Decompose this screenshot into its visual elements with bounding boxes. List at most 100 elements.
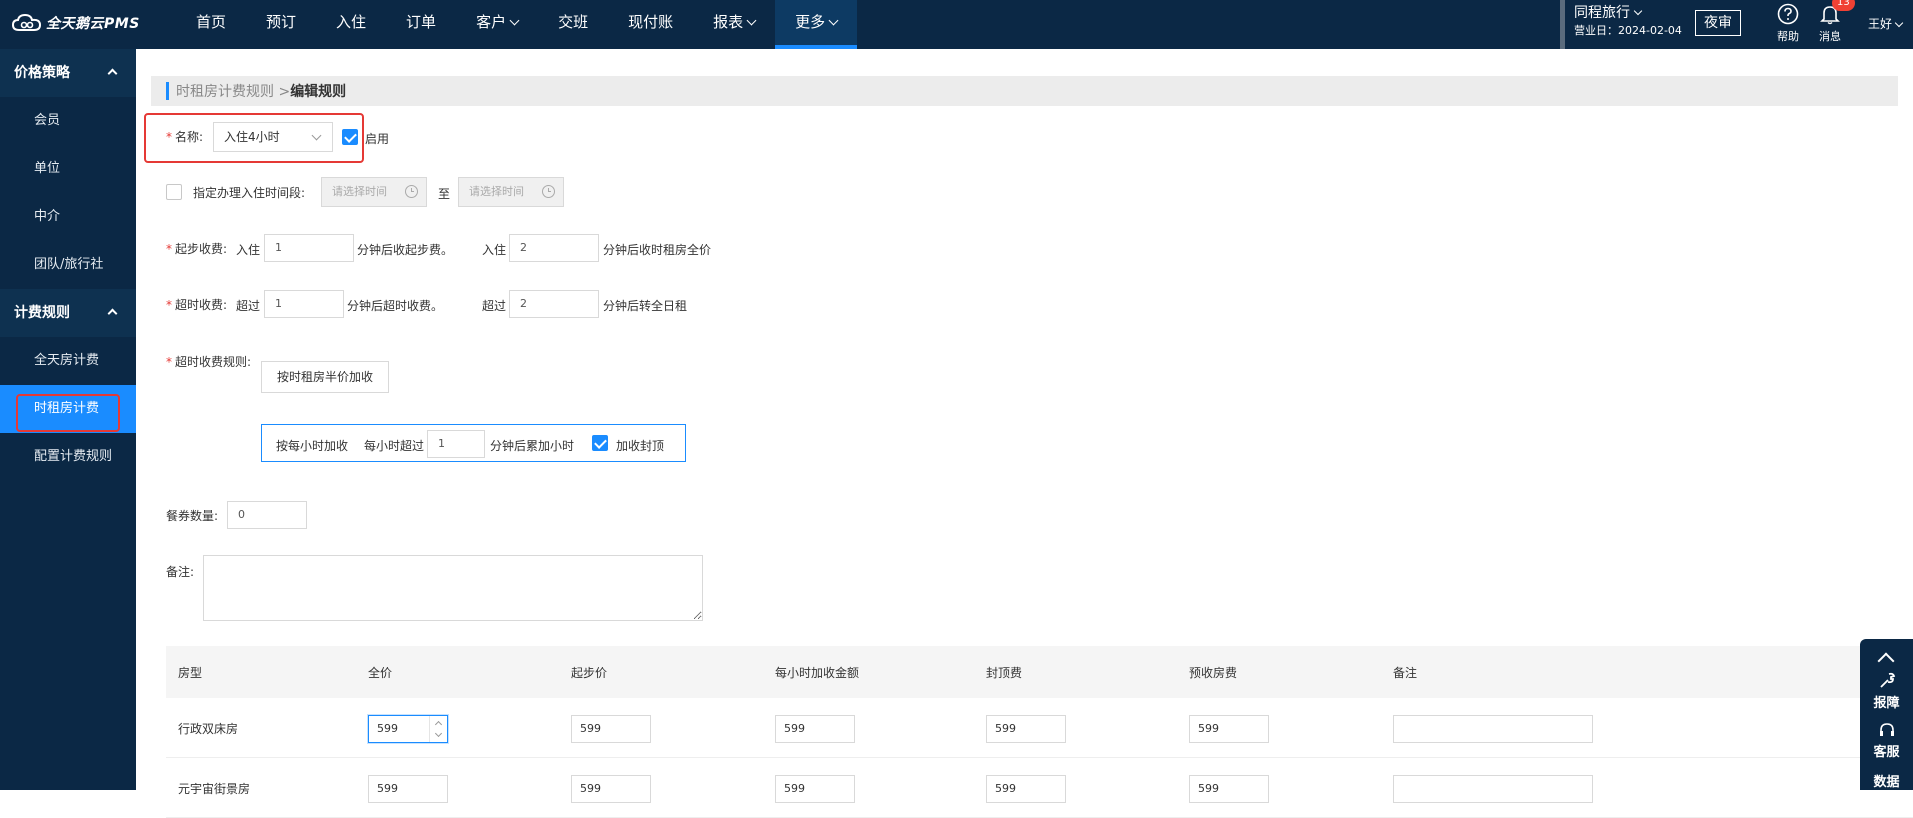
sidebar-group-title: 计费规则 — [14, 305, 70, 321]
full-price-input[interactable]: 599 — [368, 775, 448, 803]
start-minutes-input[interactable]: 1 — [264, 234, 354, 262]
checkin-period-label: 指定办理入住时间段: — [193, 186, 306, 200]
start-price-input[interactable]: 599 — [571, 715, 651, 743]
overtime-minutes-input[interactable]: 1 — [264, 290, 344, 318]
meal-count-input[interactable]: 0 — [227, 501, 307, 529]
customer-service-button[interactable]: 客服 — [1860, 721, 1913, 760]
main-nav: 首页 预订 入住 订单 客户 交班 现付账 报表 更多 — [176, 0, 858, 49]
help-button[interactable]: 帮助 — [1768, 3, 1808, 44]
enable-checkbox[interactable] — [342, 129, 358, 145]
clock-icon — [405, 185, 418, 198]
note-price-input[interactable] — [1393, 775, 1593, 803]
cell-value: 599 — [1198, 782, 1219, 795]
breadcrumb-parent[interactable]: 时租房计费规则 > — [176, 84, 290, 100]
messages-label: 消息 — [1819, 30, 1841, 43]
prepay-price-input[interactable]: 599 — [1189, 775, 1269, 803]
cell-value: 599 — [377, 782, 398, 795]
cell-value: 599 — [995, 782, 1016, 795]
note-price-input[interactable] — [1393, 715, 1593, 743]
half-price-rule-option[interactable]: 按时租房半价加收 — [261, 361, 389, 393]
over-suffix-1: 分钟后超时收费。 — [347, 299, 444, 313]
start-price-input[interactable]: 599 — [571, 775, 651, 803]
hourly-minutes-input[interactable]: 1 — [427, 430, 485, 458]
chevron-down-icon — [746, 15, 757, 26]
note-label: 备注: — [166, 565, 195, 579]
wrench-icon — [1879, 672, 1895, 688]
nav-item-4[interactable]: 客户 — [456, 0, 538, 49]
nav-item-3[interactable]: 订单 — [386, 0, 456, 49]
hourly-price-input[interactable]: 599 — [775, 715, 855, 743]
hourly-prefix: 每小时超过 — [364, 439, 425, 453]
sidebar: 价格策略 会员 单位 中介 团队/旅行社计费规则全天房计费 时租房计费 配置计费规则 — [0, 49, 136, 790]
chevron-up-icon[interactable] — [1877, 652, 1895, 670]
cell-value: 599 — [580, 722, 601, 735]
nav-item-0[interactable]: 首页 — [176, 0, 246, 49]
cell-value: 599 — [377, 722, 398, 735]
clock-icon — [542, 185, 555, 198]
name-label: * 名称: — [166, 130, 204, 144]
brand-name: 全天鹅云PMS — [46, 16, 140, 32]
sidebar-item-1-0[interactable]: 全天房计费 — [0, 337, 136, 385]
cap-checkbox[interactable] — [592, 435, 608, 451]
checkin-end-time[interactable]: 请选择时间 — [458, 177, 564, 207]
user-menu[interactable]: 王好 — [1868, 15, 1904, 32]
note-textarea[interactable] — [203, 555, 703, 621]
sidebar-group-0[interactable]: 价格策略 — [0, 49, 136, 97]
full-price-input[interactable]: 599 — [368, 715, 448, 743]
hotel-switcher[interactable]: 同程旅行 营业日：2024-02-04 — [1574, 4, 1682, 40]
name-select-value: 入住4小时 — [224, 130, 280, 144]
full-day-minutes-input[interactable]: 2 — [509, 290, 599, 318]
report-issue-button[interactable]: 报障 — [1860, 672, 1913, 711]
nav-item-label: 更多 — [795, 13, 826, 31]
start-prefix-1: 入住 — [236, 243, 261, 257]
sidebar-item-0-0[interactable]: 会员 — [0, 97, 136, 145]
nav-item-1[interactable]: 预订 — [246, 0, 316, 49]
prepay-price-input[interactable]: 599 — [1189, 715, 1269, 743]
cell-value: 599 — [784, 782, 805, 795]
headset-icon — [1879, 723, 1894, 736]
nav-item-7[interactable]: 报表 — [693, 0, 775, 49]
data-button[interactable]: 数据 — [1860, 771, 1913, 790]
cap-label: 加收封顶 — [616, 439, 665, 453]
chevron-down-icon — [1633, 6, 1643, 16]
overtime-rule-label: * 超时收费规则: — [166, 355, 252, 369]
over-prefix-1: 超过 — [236, 299, 261, 313]
hotel-name[interactable]: 同程旅行 — [1574, 5, 1630, 21]
night-audit-button[interactable]: 夜审 — [1695, 10, 1741, 36]
sidebar-item-0-1[interactable]: 单位 — [0, 145, 136, 193]
enable-label: 启用 — [365, 132, 390, 146]
message-count-badge: 13 — [1832, 0, 1855, 11]
checkin-period-checkbox[interactable] — [166, 184, 182, 200]
chevron-down-icon — [1894, 18, 1904, 28]
room-type-cell: 元宇宙街景房 — [178, 782, 251, 796]
number-spinner[interactable] — [429, 716, 447, 742]
full-price-minutes-input[interactable]: 2 — [509, 234, 599, 262]
over-prefix-2: 超过 — [482, 299, 507, 313]
hourly-price-input[interactable]: 599 — [775, 775, 855, 803]
messages-button[interactable]: 13 消息 — [1810, 0, 1855, 44]
cell-value: 599 — [784, 722, 805, 735]
sidebar-item-0-3[interactable]: 团队/旅行社 — [0, 241, 136, 289]
to-label: 至 — [438, 187, 451, 201]
nav-item-5[interactable]: 交班 — [538, 0, 608, 49]
cap-price-input[interactable]: 599 — [986, 775, 1066, 803]
sidebar-item-1-2[interactable]: 配置计费规则 — [0, 433, 136, 481]
chevron-down-icon — [828, 15, 839, 26]
name-select[interactable]: 入住4小时 — [213, 122, 333, 152]
top-navigation-bar: 全天鹅云PMS 首页 预订 入住 订单 客户 交班 现付账 报表 更多 同程旅行 营业日：202… — [0, 0, 1913, 49]
sidebar-item-0-2[interactable]: 中介 — [0, 193, 136, 241]
brand-logo[interactable]: 全天鹅云PMS — [12, 13, 140, 33]
sidebar-group-1[interactable]: 计费规则 — [0, 289, 136, 337]
checkin-start-time[interactable]: 请选择时间 — [321, 177, 427, 207]
nav-item-8[interactable]: 更多 — [775, 0, 858, 49]
sidebar-item-1-1[interactable]: 时租房计费 — [0, 385, 136, 433]
column-header: 每小时加收金额 — [775, 666, 860, 680]
nav-item-label: 入住 — [336, 13, 367, 31]
nav-item-6[interactable]: 现付账 — [608, 0, 693, 49]
nav-item-label: 现付账 — [628, 13, 674, 31]
nav-item-label: 客户 — [476, 13, 507, 31]
cap-price-input[interactable]: 599 — [986, 715, 1066, 743]
user-name: 王好 — [1868, 17, 1893, 31]
start-fee-label: * 起步收费: — [166, 242, 228, 256]
nav-item-2[interactable]: 入住 — [316, 0, 386, 49]
